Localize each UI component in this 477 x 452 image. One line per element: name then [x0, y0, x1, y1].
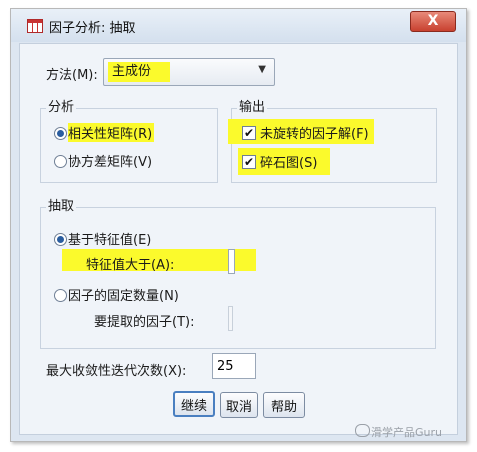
eigenvalue-threshold-input[interactable] — [228, 249, 235, 274]
close-button[interactable]: X — [410, 11, 456, 32]
continue-button[interactable]: 继续 — [173, 391, 215, 417]
scree-plot-label[interactable]: 碎石图(S) — [260, 152, 317, 171]
wechat-icon — [355, 424, 370, 437]
scree-plot-checkbox[interactable]: ✔ — [242, 155, 256, 169]
title-bar[interactable]: 因子分析: 抽取 X — [11, 9, 466, 42]
covariance-matrix-radio[interactable] — [54, 155, 67, 168]
chevron-down-icon[interactable]: ▼ — [258, 64, 266, 75]
analysis-group — [40, 108, 218, 183]
correlation-matrix-radio[interactable] — [54, 127, 67, 140]
cancel-button[interactable]: 取消 — [220, 392, 258, 418]
spss-table-icon — [27, 19, 43, 33]
correlation-matrix-label[interactable]: 相关性矩阵(R) — [68, 123, 155, 142]
factors-to-extract-input[interactable] — [228, 306, 233, 331]
eigenvalue-option-label[interactable]: 基于特征值(E) — [68, 229, 151, 248]
eigenvalue-threshold-label: 特征值大于(A): — [86, 258, 175, 273]
covariance-matrix-label[interactable]: 协方差矩阵(V) — [68, 151, 152, 170]
window-title: 因子分析: 抽取 — [49, 21, 136, 36]
eigenvalue-radio[interactable] — [54, 233, 67, 246]
fixed-factors-option-label[interactable]: 因子的固定数量(N) — [68, 285, 179, 304]
method-dropdown[interactable]: 主成份 ▼ — [103, 58, 275, 86]
factors-to-extract-label: 要提取的因子(T): — [94, 315, 195, 330]
extract-legend: 抽取 — [46, 199, 77, 214]
output-legend: 输出 — [237, 100, 268, 115]
unrotated-solution-label[interactable]: 未旋转的因子解(F) — [260, 123, 369, 142]
help-button[interactable]: 帮助 — [263, 392, 305, 418]
fixed-factors-radio[interactable] — [54, 289, 67, 302]
method-selected-value: 主成份 — [108, 62, 170, 82]
unrotated-solution-checkbox[interactable]: ✔ — [242, 126, 256, 140]
max-iterations-label: 最大收敛性迭代次数(X): — [46, 364, 187, 379]
method-label: 方法(M): — [46, 68, 98, 83]
watermark-text: 滑学产品Guru — [371, 426, 442, 439]
max-iterations-input[interactable] — [212, 353, 256, 379]
analysis-legend: 分析 — [46, 100, 77, 115]
